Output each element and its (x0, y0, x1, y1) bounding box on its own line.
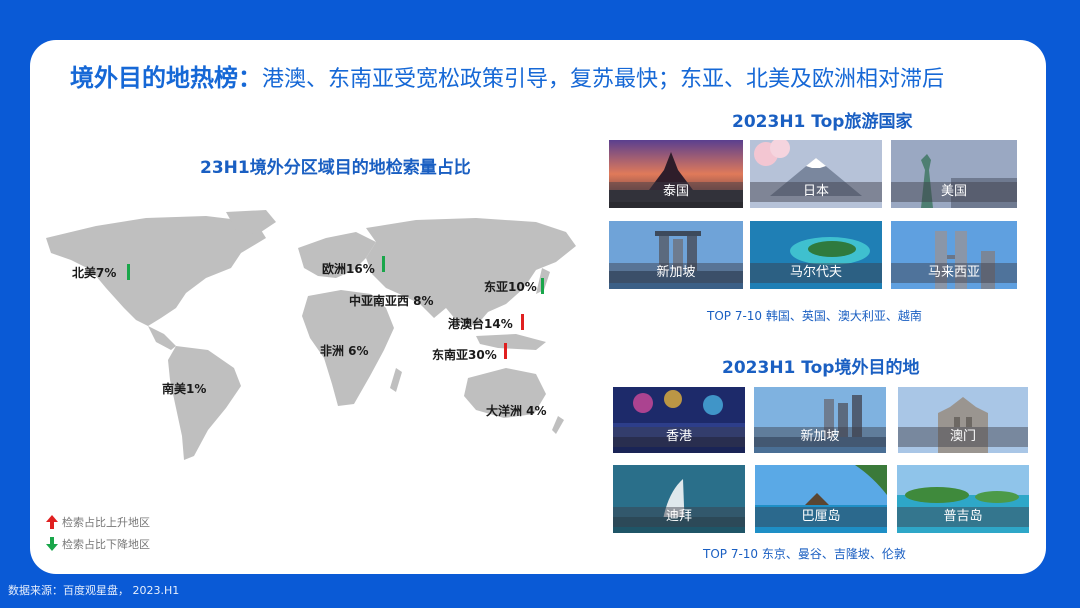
region-oceania: 大洋洲 4% (486, 404, 547, 418)
tile-caption: 新加坡 (754, 427, 886, 447)
tile-singapore[interactable]: 新加坡 (609, 221, 743, 289)
tile-malaysia[interactable]: 马来西亚 (891, 221, 1017, 289)
top-destinations-title: 2023H1 Top境外目的地 (722, 358, 920, 378)
region-central-south-west-asia: 中亚南亚西 8% (349, 294, 434, 308)
region-north-america: 北美7% (72, 266, 117, 280)
legend-down: 检索占比下降地区 (46, 536, 150, 552)
tile-dubai[interactable]: 迪拜 (613, 465, 745, 533)
region-southeast-asia: 东南亚30% (432, 348, 497, 362)
up-arrow-icon (46, 515, 58, 529)
region-europe: 欧洲16% (322, 262, 375, 276)
madagascar-shape (390, 368, 402, 392)
tile-caption: 马尔代夫 (750, 263, 882, 283)
east-asia-down-indicator (541, 278, 544, 294)
north-america-down-indicator (127, 264, 130, 280)
southeast-asia-up-indicator (504, 343, 507, 359)
tile-caption: 普吉岛 (897, 507, 1029, 527)
new-zealand-shape (552, 416, 564, 434)
tile-caption: 新加坡 (609, 263, 743, 283)
tile-caption: 香港 (613, 427, 745, 447)
top-destinations-note: TOP 7-10 东京、曼谷、吉隆坡、伦敦 (703, 547, 906, 561)
south-america-shape (168, 346, 241, 460)
hk-macau-taiwan-up-indicator (521, 314, 524, 330)
tile-usa[interactable]: 美国 (891, 140, 1017, 208)
tile-maldives[interactable]: 马尔代夫 (750, 221, 882, 289)
legend-up: 检索占比上升地区 (46, 514, 150, 530)
down-arrow-icon (46, 537, 58, 551)
tile-caption: 日本 (750, 182, 882, 202)
headline-strong: 境外目的地热榜： (70, 64, 262, 92)
tile-caption: 澳门 (898, 427, 1028, 447)
tile-caption: 泰国 (609, 182, 743, 202)
central-america-shape (148, 326, 176, 350)
page-headline: 境外目的地热榜：港澳、东南亚受宽松政策引导，复苏最快；东亚、北美及欧洲相对滞后 (70, 58, 944, 93)
legend-up-label: 检索占比上升地区 (62, 516, 150, 529)
region-hk-macau-taiwan: 港澳台14% (448, 317, 513, 331)
tile-phuket[interactable]: 普吉岛 (897, 465, 1029, 533)
tile-japan[interactable]: 日本 (750, 140, 882, 208)
top-countries-note: TOP 7-10 韩国、英国、澳大利亚、越南 (707, 309, 922, 323)
tile-bali[interactable]: 巴厘岛 (755, 465, 887, 533)
top-countries-title: 2023H1 Top旅游国家 (732, 112, 913, 132)
region-africa: 非洲 6% (320, 344, 369, 358)
world-map (46, 210, 576, 460)
tile-singapore-dest[interactable]: 新加坡 (754, 387, 886, 453)
tile-caption: 美国 (891, 182, 1017, 202)
data-source: 数据来源：百度观星盘， 2023.H1 (8, 584, 180, 597)
tile-caption: 迪拜 (613, 507, 745, 527)
region-south-america: 南美1% (162, 382, 207, 396)
tile-caption: 马来西亚 (891, 263, 1017, 283)
tile-macau[interactable]: 澳门 (898, 387, 1028, 453)
tile-thailand[interactable]: 泰国 (609, 140, 743, 208)
europe-down-indicator (382, 256, 385, 272)
tile-caption: 巴厘岛 (755, 507, 887, 527)
map-title: 23H1境外分区域目的地检索量占比 (200, 158, 471, 178)
headline-rest: 港澳、东南亚受宽松政策引导，复苏最快；东亚、北美及欧洲相对滞后 (262, 67, 945, 92)
region-east-asia: 东亚10% (484, 280, 537, 294)
tile-hongkong[interactable]: 香港 (613, 387, 745, 453)
legend-down-label: 检索占比下降地区 (62, 538, 150, 551)
